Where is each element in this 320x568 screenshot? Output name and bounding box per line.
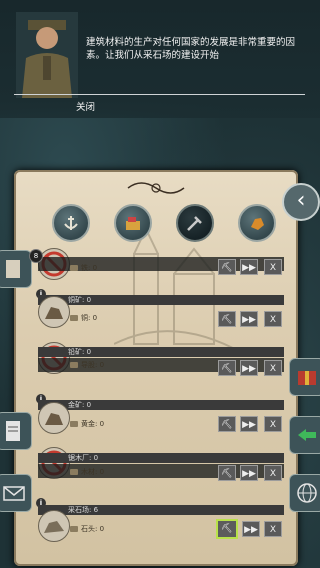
fast-forward-button[interactable]: ▶▶ — [240, 465, 258, 481]
build-button[interactable]: ⛏ — [218, 465, 236, 481]
mine-icon — [45, 307, 63, 319]
fast-forward-button[interactable]: ▶▶ — [240, 311, 258, 327]
remove-button[interactable]: X — [264, 416, 282, 432]
sidebar-mail-button[interactable] — [0, 474, 32, 512]
resource-stone: 石头: 0 — [70, 523, 104, 535]
resource-wood: 木材: 0 — [70, 466, 104, 478]
dialog-message: 建筑材料的生产对任何国家的发展是非常重要的因素。让我们从采石场的建设开始 — [86, 37, 296, 61]
resource-icon — [70, 526, 78, 532]
remove-button[interactable]: X — [264, 465, 282, 481]
category-tabs — [44, 204, 276, 242]
resource-lead: 导股: 0 — [70, 359, 104, 371]
row-header-gold: 金矿: 0 — [38, 400, 284, 410]
tutorial-dialog: 建筑材料的生产对任何国家的发展是非常重要的因素。让我们从采石场的建设开始 关闭 — [0, 0, 320, 118]
remove-button[interactable]: X — [264, 311, 282, 327]
copper-mine-badge — [38, 296, 70, 328]
build-button[interactable]: ⛏ — [218, 259, 236, 275]
gold-mine-badge — [38, 402, 70, 434]
build-button[interactable]: ⛏ — [218, 416, 236, 432]
ore-icon — [251, 218, 264, 230]
sidebar-gift-button[interactable] — [289, 358, 320, 396]
row-header-lead: 铅矿: 0 — [38, 347, 284, 357]
row-header-quarry: 采石场: 6 — [38, 505, 284, 515]
resource-iron: 铁: 0 — [70, 262, 97, 274]
mine-icon — [45, 413, 63, 425]
fast-forward-button[interactable]: ▶▶ — [240, 416, 258, 432]
build-button[interactable]: ⛏ — [218, 311, 236, 327]
fast-forward-button[interactable]: ▶▶ — [242, 521, 260, 537]
sidebar-scroll-button[interactable] — [0, 250, 32, 288]
advisor-portrait — [16, 12, 78, 98]
notification-counter: 8 — [29, 249, 43, 263]
tab-ore[interactable] — [238, 204, 276, 242]
build-button-highlighted[interactable]: ⛏ — [216, 519, 238, 539]
sidebar-document-button[interactable] — [0, 412, 32, 450]
resource-icon — [70, 421, 78, 427]
resource-icon — [70, 469, 78, 475]
remove-button[interactable]: X — [264, 259, 282, 275]
tab-anchor[interactable] — [52, 204, 90, 242]
gift-icon — [298, 371, 316, 385]
back-button[interactable]: ‹ — [282, 183, 320, 221]
trade-icon — [298, 429, 316, 441]
document-icon — [6, 421, 20, 441]
basket-icon — [126, 217, 140, 230]
mail-icon — [3, 486, 25, 501]
sidebar-trade-button[interactable] — [289, 416, 320, 454]
resource-copper: 铜: 0 — [70, 312, 97, 324]
flourish-ornament — [127, 182, 185, 194]
fast-forward-button[interactable]: ▶▶ — [240, 259, 258, 275]
quarry-icon — [44, 521, 64, 533]
tab-basket[interactable] — [114, 204, 152, 242]
tools-icon — [187, 216, 202, 231]
resource-icon — [70, 362, 78, 368]
row-header-copper: 铜矿: 0 — [38, 295, 284, 305]
divider — [14, 94, 305, 95]
tab-tools[interactable] — [176, 204, 214, 242]
scroll-icon — [6, 260, 20, 278]
anchor-icon — [64, 216, 78, 230]
globe-icon — [297, 483, 317, 503]
sidebar-globe-button[interactable] — [289, 474, 320, 512]
resource-icon — [70, 315, 78, 321]
resource-icon — [70, 265, 78, 271]
close-button[interactable]: 关闭 — [76, 99, 95, 113]
resource-gold: 黄金: 0 — [70, 418, 104, 430]
quarry-badge — [38, 510, 70, 542]
build-button[interactable]: ⛏ — [218, 360, 236, 376]
remove-button[interactable]: X — [264, 521, 282, 537]
remove-button[interactable]: X — [264, 360, 282, 376]
fast-forward-button[interactable]: ▶▶ — [240, 360, 258, 376]
row-header-sawmill: 锯木厂: 0 — [38, 453, 284, 463]
